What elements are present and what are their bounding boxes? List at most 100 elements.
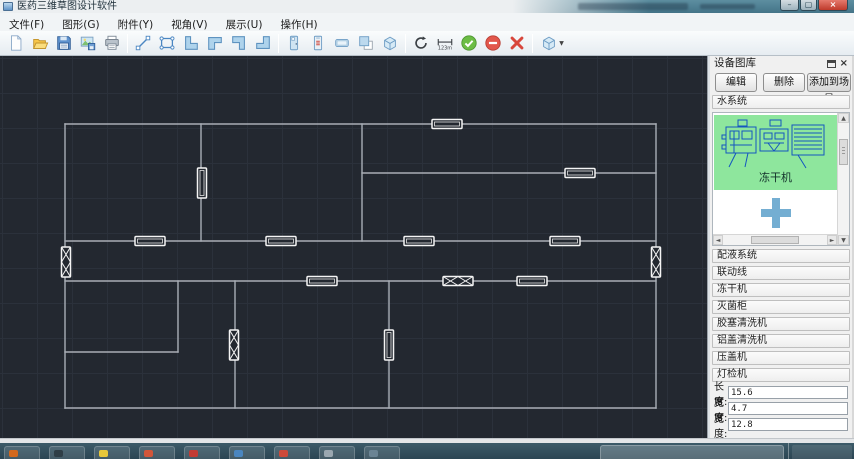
taskbar-app-button[interactable] [184,446,220,459]
taskbar-app-button[interactable] [319,446,355,459]
dimension-fields: 长度:宽度:宽度: [714,386,848,434]
measure-tool-button[interactable]: 123m [433,32,457,54]
confirm-tool-button[interactable] [457,32,481,54]
equipment-library-panel: 设备图库 × 编辑 删除 添加到场景 水系统 冻干机 ▲ ▼ ◄ [710,56,854,438]
rotate-tool-button[interactable] [409,32,433,54]
door-symbol [565,169,595,178]
equipment-thumbnail-selected[interactable]: 冻干机 [714,115,837,190]
taskbar-app-icon [189,450,198,457]
floor-plan [0,56,707,438]
length-input[interactable] [728,386,848,399]
save-button[interactable] [52,32,76,54]
cube-tool-button[interactable] [378,32,402,54]
background-window-title-blur [700,4,755,9]
drawing-canvas[interactable] [0,56,707,438]
toolbar-separator [532,34,533,53]
close-button[interactable]: × [818,0,848,11]
horizontal-scrollbar[interactable]: ◄ ► [713,234,837,245]
category-item[interactable]: 灯检机 [712,368,850,382]
toolbar: 123m ▼ [0,31,854,56]
category-item[interactable]: 压盖机 [712,351,850,365]
taskbar-app-button[interactable] [364,446,400,459]
door-symbol [385,330,394,360]
scroll-left-icon[interactable]: ◄ [713,235,723,245]
door-symbol [404,237,434,246]
category-item[interactable]: 铝盖清洗机 [712,334,850,348]
taskbar-app-button[interactable] [94,446,130,459]
window-tool-button[interactable] [330,32,354,54]
add-equipment-cell[interactable] [714,191,837,234]
minimize-button[interactable]: – [780,0,799,11]
door-symbol [432,120,462,129]
taskbar-app-button[interactable] [139,446,175,459]
taskbar-app-button[interactable] [49,446,85,459]
delete-tool-button[interactable] [505,32,529,54]
window-controls: – ▢ × [780,0,848,11]
width-input[interactable] [728,402,848,415]
remove-tool-button[interactable] [481,32,505,54]
category-item[interactable]: 灭菌柜 [712,300,850,314]
taskbar-app-icon [279,450,288,457]
new-file-button[interactable] [4,32,28,54]
corner-tl-button[interactable] [203,32,227,54]
door-symbol [517,277,547,286]
scroll-down-icon[interactable]: ▼ [838,235,849,245]
background-window-title-blur [578,3,688,10]
taskbar-active-window-button[interactable] [600,445,784,459]
view-mode-button[interactable]: ▼ [536,32,568,54]
overlap-tool-button[interactable] [354,32,378,54]
toolbar-separator [278,34,279,53]
taskbar-app-icon [324,450,333,457]
delete-button[interactable]: 删除 [763,73,805,92]
door-tool-button[interactable] [282,32,306,54]
taskbar-app-icon [144,450,153,457]
plus-icon [761,198,791,228]
vertical-scrollbar[interactable]: ▲ ▼ [837,113,849,245]
corner-tr-button[interactable] [251,32,275,54]
float-panel-icon[interactable] [827,60,836,68]
screen: 医药三维草图设计软件 – ▢ × 文件(F)图形(G)附件(Y)视角(V)展示(… [0,0,854,459]
scrollbar-thumb[interactable] [839,139,848,165]
chevron-down-icon[interactable]: ▼ [559,40,564,47]
door-symbol [307,277,337,286]
add-to-scene-button[interactable]: 添加到场景 [807,73,851,92]
category-item-active[interactable]: 水系统 [712,95,850,109]
line-tool-button[interactable] [131,32,155,54]
category-item[interactable]: 冻干机 [712,283,850,297]
pass-door-symbol [62,247,71,277]
open-folder-button[interactable] [28,32,52,54]
scroll-up-icon[interactable]: ▲ [838,113,849,123]
scroll-right-icon[interactable]: ► [827,235,837,245]
category-item[interactable]: 联动线 [712,266,850,280]
export-image-button[interactable] [76,32,100,54]
taskbar-app-icon [369,450,378,457]
scrollbar-thumb[interactable] [751,236,799,244]
width2-label: 宽度: [714,410,728,440]
taskbar-divider [788,443,789,459]
door-symbol [198,168,207,198]
corner-bl-button[interactable] [179,32,203,54]
cabinet-tool-button[interactable] [306,32,330,54]
svg-text:123m: 123m [438,45,452,51]
width-field-row: 宽度: [714,402,848,415]
taskbar [0,443,854,459]
taskbar-app-icon [99,450,108,457]
taskbar-tray[interactable] [792,445,852,459]
category-item[interactable]: 配液系统 [712,249,850,263]
taskbar-app-button[interactable] [274,446,310,459]
pass-door-symbol [443,277,473,286]
width2-input[interactable] [728,418,848,431]
corner-br-button[interactable] [227,32,251,54]
print-button[interactable] [100,32,124,54]
equipment-thumbnail-list: 冻干机 ▲ ▼ ◄ ► [712,112,850,246]
app-title: 医药三维草图设计软件 [17,0,117,13]
maximize-button[interactable]: ▢ [800,0,817,11]
taskbar-app-button[interactable] [229,446,265,459]
polygon-tool-button[interactable] [155,32,179,54]
taskbar-app-button[interactable] [4,446,40,459]
edit-button[interactable]: 编辑 [715,73,757,92]
close-panel-icon[interactable]: × [840,57,848,70]
app-icon [3,2,13,11]
category-item[interactable]: 胶塞清洗机 [712,317,850,331]
equipment-thumbnail-label: 冻干机 [714,171,837,185]
